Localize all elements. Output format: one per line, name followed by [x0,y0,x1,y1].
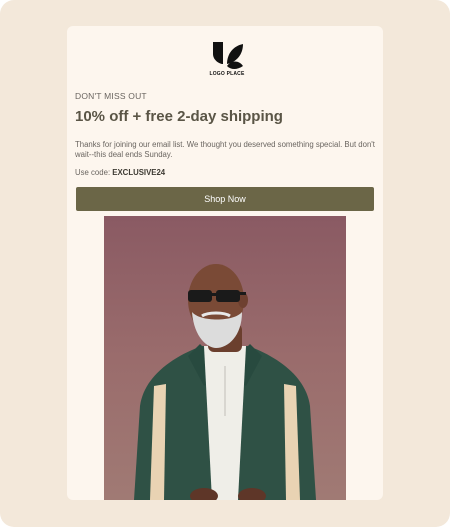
shop-now-button[interactable]: Shop Now [76,187,374,211]
promo-code-line: Use code: EXCLUSIVE24 [75,168,165,177]
body-text: Thanks for joining our email list. We th… [75,140,375,159]
eyebrow-text: DON'T MISS OUT [75,91,147,101]
leaf-logo-icon [213,42,243,69]
promo-code-label: Use code: [75,168,111,177]
email-background: LOGO PLACE DON'T MISS OUT 10% off + free… [0,0,450,527]
shop-now-label: Shop Now [204,194,246,204]
headline: 10% off + free 2-day shipping [75,108,283,125]
logo-text: LOGO PLACE [209,71,245,77]
promo-code: EXCLUSIVE24 [112,168,166,177]
hero-image[interactable] [104,216,346,500]
email-card: LOGO PLACE DON'T MISS OUT 10% off + free… [67,26,383,500]
hero-illustration [134,264,316,500]
brand-logo[interactable]: LOGO PLACE [207,40,247,80]
